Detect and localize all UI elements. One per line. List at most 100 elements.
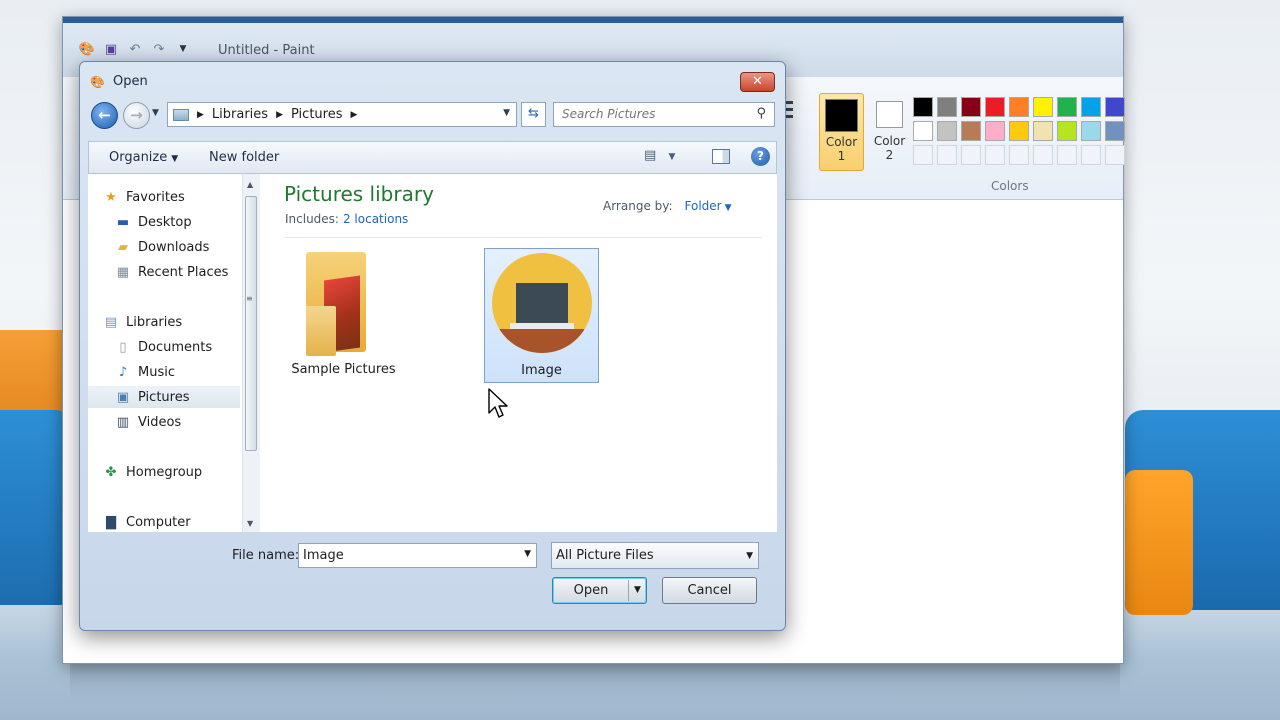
help-icon[interactable]: ? (751, 147, 770, 166)
palette-swatch[interactable] (961, 97, 981, 117)
palette-empty-swatch[interactable] (1009, 145, 1029, 165)
palette-swatch[interactable] (1081, 121, 1101, 141)
breadcrumb-separator-icon[interactable]: ▶ (276, 110, 283, 120)
file-name-value[interactable]: Image (303, 548, 344, 563)
arrow-left-icon: ← (98, 106, 111, 124)
undo-icon[interactable]: ↶ (127, 41, 143, 57)
palette-swatch[interactable] (985, 97, 1005, 117)
palette-empty-swatch[interactable] (961, 145, 981, 165)
documents-icon: ▯ (119, 339, 127, 355)
quick-access-toolbar: 🎨 ▣ ↶ ↷ ▼ (79, 41, 191, 57)
open-button[interactable]: Open ▼ (552, 577, 647, 604)
mouse-cursor-icon (488, 388, 508, 418)
nav-item-computer[interactable]: ▇ Computer (102, 511, 254, 533)
file-name-field[interactable]: Image ▼ (298, 543, 537, 568)
nav-label: Documents (138, 339, 213, 355)
change-view-button[interactable]: ▤ ▼ (644, 148, 675, 163)
customize-toolbar-icon[interactable]: ▼ (175, 41, 191, 57)
breadcrumb-separator-icon[interactable]: ▶ (350, 110, 357, 120)
computer-icon: ▇ (106, 514, 116, 530)
nav-item-homegroup[interactable]: ✤ Homegroup (102, 461, 254, 483)
palette-empty-swatch[interactable] (1105, 145, 1125, 165)
palette-swatch[interactable] (1105, 121, 1125, 141)
libraries-icon (173, 108, 189, 121)
close-button[interactable]: ✕ (740, 72, 775, 92)
address-bar[interactable]: ▶ Libraries ▶ Pictures ▶ ▼ (167, 102, 517, 127)
palette-empty-swatch[interactable] (913, 145, 933, 165)
breadcrumb-separator-icon[interactable]: ▶ (197, 110, 204, 120)
dialog-title: Open (113, 74, 148, 89)
palette-empty-swatch[interactable] (1057, 145, 1077, 165)
palette-swatch[interactable] (1105, 97, 1125, 117)
nav-label: Favorites (126, 189, 185, 205)
open-options-dropdown-icon[interactable]: ▼ (634, 578, 641, 603)
desktop-wallpaper-left (0, 330, 70, 420)
palette-swatch[interactable] (1033, 97, 1053, 117)
palette-swatch[interactable] (1009, 121, 1029, 141)
palette-empty-swatch[interactable] (937, 145, 957, 165)
preview-pane-button[interactable] (712, 149, 730, 164)
search-box[interactable]: ⚲ (553, 102, 775, 127)
palette-swatch[interactable] (1057, 121, 1077, 141)
palette-empty-swatch[interactable] (1033, 145, 1053, 165)
navigation-scrollbar[interactable]: ▲ ≡ ▼ (243, 174, 260, 532)
includes-label: Includes: (285, 212, 339, 226)
refresh-button[interactable]: ⇆ (521, 102, 546, 127)
palette-swatch[interactable] (937, 97, 957, 117)
palette-empty-swatch[interactable] (1081, 145, 1101, 165)
recent-locations-dropdown[interactable]: ▼ (152, 108, 159, 118)
new-folder-button[interactable]: New folder (209, 150, 279, 165)
back-button[interactable]: ← (91, 102, 118, 129)
library-includes: Includes: 2 locations (285, 212, 408, 226)
color1-swatch (825, 99, 858, 132)
homegroup-icon: ✤ (105, 464, 117, 480)
palette-swatch[interactable] (1081, 97, 1101, 117)
paint-app-icon[interactable]: 🎨 (79, 41, 95, 57)
scroll-up-icon[interactable]: ▲ (247, 180, 253, 189)
breadcrumb-libraries[interactable]: Libraries (212, 107, 268, 122)
palette-swatch[interactable] (961, 121, 981, 141)
nav-item-pictures[interactable]: ▣ Pictures (88, 386, 240, 408)
color1-label-line2: 1 (837, 149, 846, 163)
save-icon[interactable]: ▣ (103, 41, 119, 57)
palette-swatch[interactable] (1009, 97, 1029, 117)
chevron-down-icon[interactable]: ▼ (725, 203, 732, 213)
address-dropdown-icon[interactable]: ▼ (503, 108, 510, 118)
palette-empty-swatch[interactable] (985, 145, 1005, 165)
nav-item-favorites[interactable]: ★ Favorites (102, 186, 254, 208)
palette-swatch[interactable] (1033, 121, 1053, 141)
arrow-right-icon: → (130, 106, 143, 124)
view-icon: ▤ (644, 148, 657, 163)
nav-label: Computer (126, 514, 191, 530)
window-reflection (70, 660, 1120, 700)
color2-button[interactable]: Color 2 (867, 93, 912, 171)
palette-swatch[interactable] (913, 97, 933, 117)
chevron-down-icon[interactable]: ▼ (524, 549, 531, 559)
color1-button[interactable]: Color 1 (819, 93, 864, 171)
palette-swatch[interactable] (985, 121, 1005, 141)
folder-front-icon (306, 306, 336, 356)
scrollbar-thumb[interactable] (245, 196, 257, 451)
palette-swatch[interactable] (913, 121, 933, 141)
arrange-by-dropdown[interactable]: Folder (685, 199, 722, 213)
chevron-down-icon[interactable]: ▼ (746, 544, 753, 569)
cancel-button[interactable]: Cancel (662, 577, 757, 604)
breadcrumb-pictures[interactable]: Pictures (291, 107, 342, 122)
desktop-wallpaper-cube (1125, 470, 1193, 615)
file-type-select[interactable]: All Picture Files ▼ (551, 542, 759, 569)
organize-button[interactable]: Organize ▼ (109, 150, 178, 165)
recent-places-icon: ▦ (116, 264, 130, 280)
file-item-image[interactable]: Image (484, 248, 599, 383)
locations-link[interactable]: 2 locations (343, 212, 408, 226)
palette-swatch[interactable] (937, 121, 957, 141)
search-input[interactable] (554, 103, 744, 125)
redo-icon[interactable]: ↷ (151, 41, 167, 57)
palette-swatch[interactable] (1057, 97, 1077, 117)
nav-item-libraries[interactable]: ▤ Libraries (102, 311, 254, 333)
file-item-sample-pictures[interactable]: Sample Pictures (286, 248, 401, 383)
scroll-down-icon[interactable]: ▼ (247, 519, 253, 528)
file-type-value: All Picture Files (556, 548, 654, 563)
chevron-down-icon: ▼ (668, 152, 676, 162)
forward-button[interactable]: → (123, 102, 150, 129)
search-icon[interactable]: ⚲ (756, 106, 766, 121)
